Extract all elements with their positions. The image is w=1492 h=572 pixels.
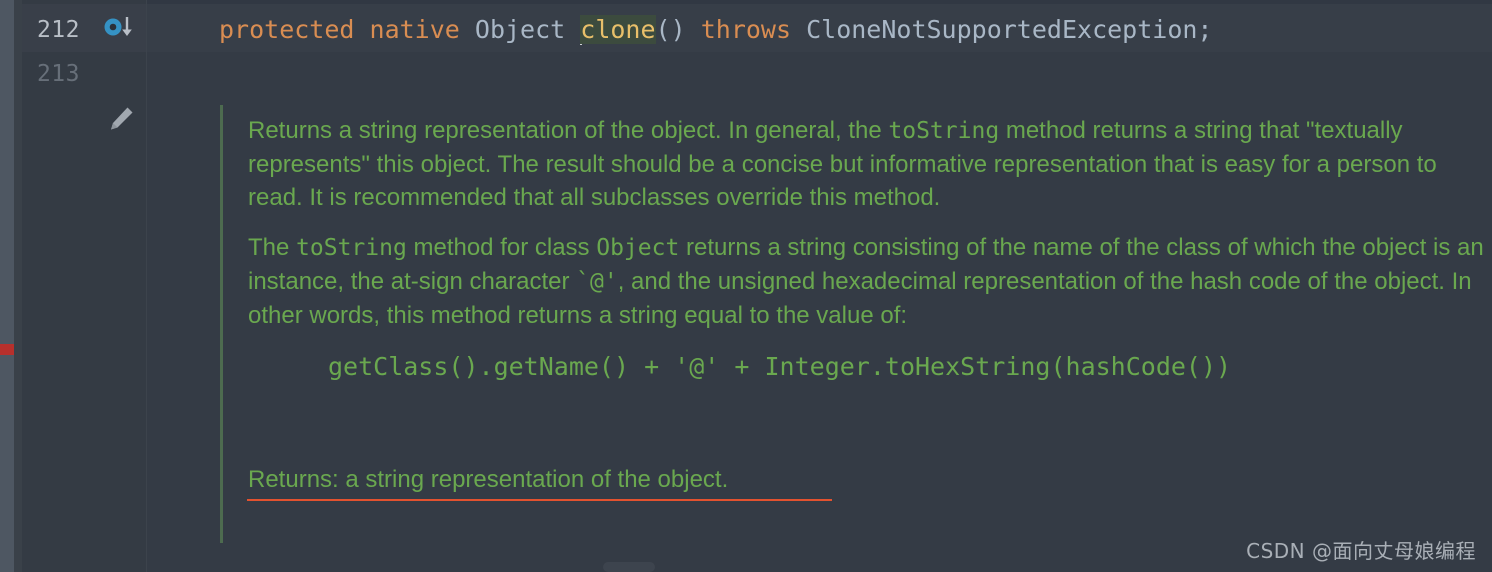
doc-p1-code-tostring: toString	[888, 118, 1000, 144]
documentation-popup[interactable]: Returns a string representation of the o…	[147, 52, 1492, 572]
token-space-2	[460, 15, 475, 44]
doc-quote-bar	[220, 105, 223, 543]
code-line-212[interactable]: protected native Object clone() throws C…	[219, 14, 1212, 46]
ide-editor-window: 212 213 protected native Object clone() …	[0, 0, 1492, 572]
pencil-icon[interactable]	[106, 104, 136, 134]
doc-code-block: getClass().getName() + '@' + Integer.toH…	[328, 352, 1232, 381]
token-space-5	[791, 15, 806, 44]
doc-paragraph-2: The toString method for class Object ret…	[248, 231, 1488, 332]
token-space-1	[354, 15, 369, 44]
override-method-icon[interactable]	[104, 17, 138, 41]
editor-gutter[interactable]: 212 213	[22, 0, 147, 572]
doc-p2-part-2: method for class	[406, 234, 597, 261]
token-protected: protected	[219, 15, 355, 44]
token-parens: ()	[655, 15, 686, 44]
watermark-label: CSDN @面向丈母娘编程	[1246, 539, 1476, 563]
line-number-212: 212	[36, 17, 80, 43]
token-object-type: Object	[474, 15, 566, 44]
doc-body-text: Returns a string representation of the o…	[248, 114, 1488, 384]
stripe-divider	[14, 0, 22, 572]
token-space-3	[565, 15, 580, 44]
token-clone-selected[interactable]: clone	[580, 15, 656, 44]
doc-p2-code-atsign: `@'	[576, 269, 618, 295]
error-stripe-bar[interactable]	[0, 0, 14, 572]
doc-p2-code-tostring: toString	[296, 235, 407, 261]
doc-returns-value: a string representation of the object.	[338, 466, 729, 493]
token-space-4	[686, 15, 701, 44]
doc-returns-label: Returns:	[248, 466, 339, 493]
doc-returns-underline	[247, 499, 832, 501]
doc-p1-part-1: Returns a string representation of the o…	[248, 117, 889, 144]
doc-paragraph-1: Returns a string representation of the o…	[248, 114, 1488, 214]
doc-p2-part-1: The	[248, 234, 297, 261]
token-native: native	[369, 15, 460, 44]
doc-returns-line: Returns: a string representation of the …	[248, 463, 728, 496]
doc-p2-code-object: Object	[596, 235, 680, 261]
token-throws: throws	[700, 15, 792, 44]
error-marker[interactable]	[0, 344, 14, 355]
token-exception-type: CloneNotSupportedException;	[806, 15, 1213, 44]
line-number-213: 213	[36, 61, 80, 87]
doc-horizontal-scrollbar[interactable]	[603, 562, 655, 572]
